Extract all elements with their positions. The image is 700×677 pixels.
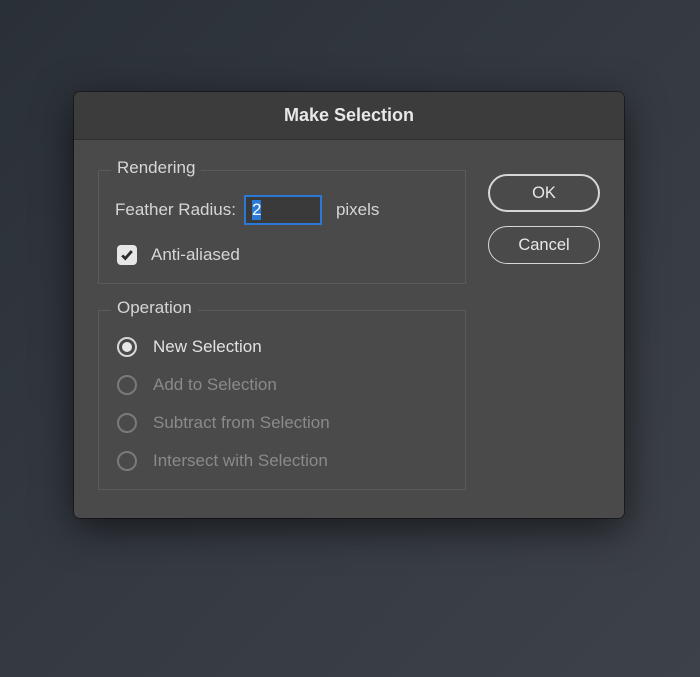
operation-legend: Operation [111,298,198,318]
dialog-title: Make Selection [284,105,414,126]
rendering-legend: Rendering [111,158,201,178]
radio-icon [117,375,137,395]
dialog-titlebar: Make Selection [74,92,624,140]
feather-radius-label: Feather Radius: [115,200,236,220]
operation-option-intersect-with-selection: Intersect with Selection [117,451,449,471]
dialog-right-column: OK Cancel [488,160,600,490]
radio-icon[interactable] [117,337,137,357]
operation-option-add-to-selection: Add to Selection [117,375,449,395]
antialiased-label: Anti-aliased [151,245,240,265]
rendering-group: Rendering Feather Radius: pixels Anti-al… [98,170,466,284]
operation-group: Operation New Selection Add to Selection… [98,310,466,490]
operation-option-new-selection[interactable]: New Selection [117,337,449,357]
radio-icon [117,413,137,433]
operation-option-label: New Selection [153,337,262,357]
antialiased-row[interactable]: Anti-aliased [115,245,449,265]
cancel-button[interactable]: Cancel [488,226,600,264]
dialog-content: Rendering Feather Radius: pixels Anti-al… [74,140,624,518]
make-selection-dialog: Make Selection Rendering Feather Radius:… [74,92,624,518]
antialiased-checkbox[interactable] [117,245,137,265]
operation-option-subtract-from-selection: Subtract from Selection [117,413,449,433]
operation-option-label: Subtract from Selection [153,413,330,433]
radio-icon [117,451,137,471]
operation-option-label: Intersect with Selection [153,451,328,471]
check-icon [120,248,134,262]
feather-radius-input[interactable] [244,195,322,225]
dialog-left-column: Rendering Feather Radius: pixels Anti-al… [98,160,466,490]
feather-radius-unit: pixels [336,200,379,220]
operation-option-label: Add to Selection [153,375,277,395]
feather-radius-row: Feather Radius: pixels [115,195,449,225]
operation-radio-list: New Selection Add to Selection Subtract … [115,329,449,471]
ok-button[interactable]: OK [488,174,600,212]
